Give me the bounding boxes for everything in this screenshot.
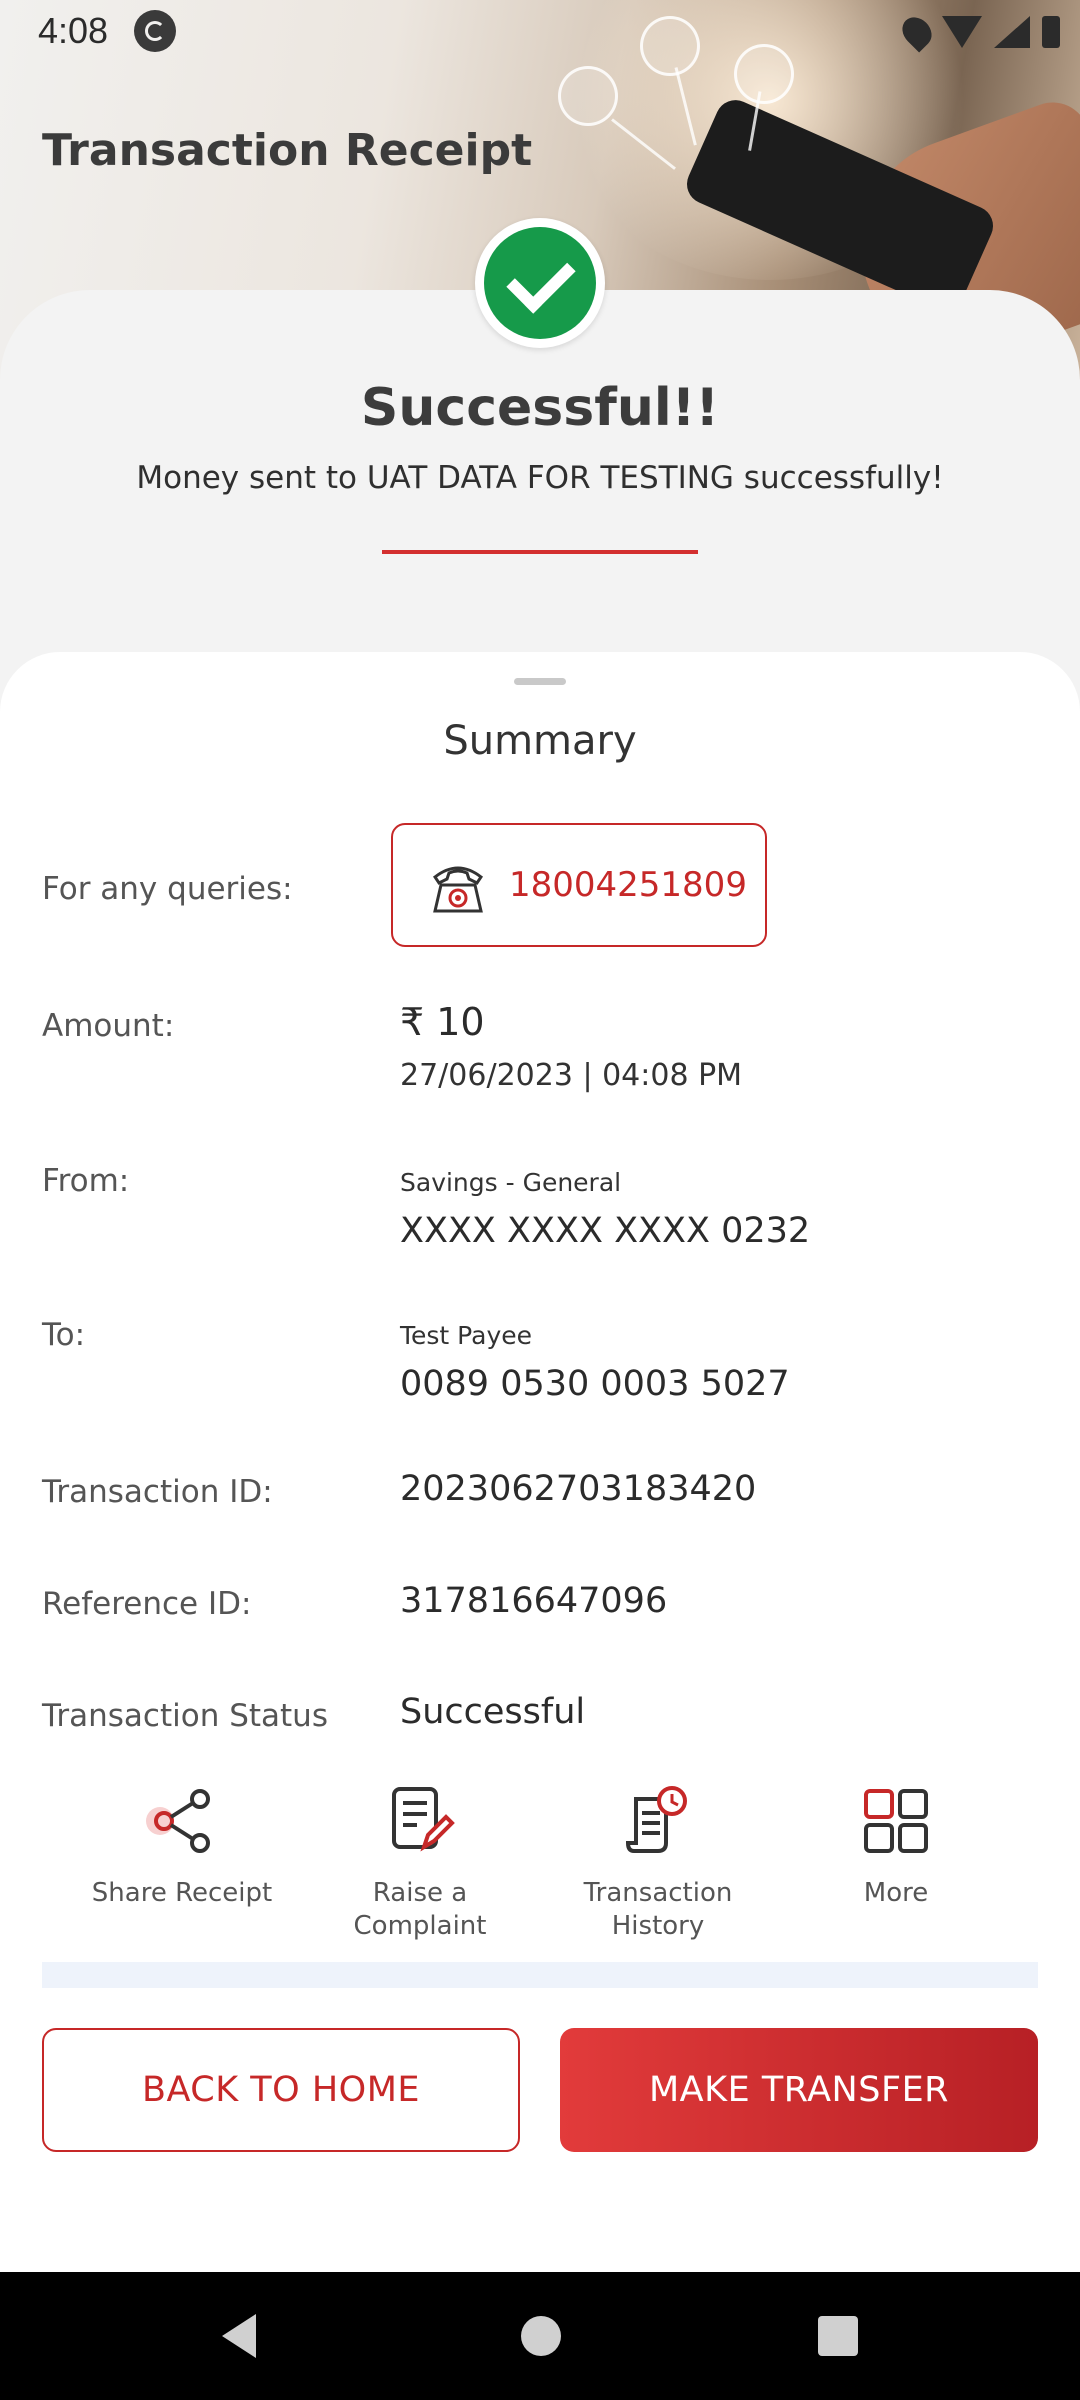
status-value: Successful bbox=[400, 1692, 586, 1732]
to-account-number: 0089 0530 0003 5027 bbox=[400, 1364, 790, 1404]
to-label: To: bbox=[42, 1317, 86, 1353]
amount-label: Amount: bbox=[42, 1008, 175, 1044]
status-label: Transaction Status bbox=[42, 1698, 328, 1734]
queries-label: For any queries: bbox=[42, 871, 293, 907]
transaction-history-action[interactable]: Transaction History bbox=[538, 1785, 778, 1943]
sync-icon bbox=[134, 10, 176, 52]
status-bar: 4:08 bbox=[0, 0, 1080, 64]
back-to-home-button[interactable]: BACK TO HOME bbox=[42, 2028, 520, 2152]
back-nav-icon[interactable] bbox=[222, 2314, 256, 2358]
share-icon bbox=[146, 1789, 210, 1853]
wifi-icon bbox=[942, 16, 982, 48]
make-transfer-button[interactable]: MAKE TRANSFER bbox=[560, 2028, 1038, 2152]
from-account-number: XXXX XXXX XXXX 0232 bbox=[400, 1211, 811, 1251]
transaction-id-label: Transaction ID: bbox=[42, 1474, 273, 1510]
raise-complaint-label: Raise a Complaint bbox=[353, 1878, 487, 1941]
from-account-type: Savings - General bbox=[400, 1168, 622, 1197]
share-receipt-action[interactable]: Share Receipt bbox=[62, 1785, 302, 1910]
helpline-call-button[interactable]: 18004251809 bbox=[391, 823, 767, 947]
transaction-datetime: 27/06/2023 | 04:08 PM bbox=[400, 1058, 743, 1093]
divider bbox=[382, 550, 698, 554]
more-label: More bbox=[863, 1878, 929, 1908]
summary-title: Summary bbox=[443, 718, 637, 764]
transaction-id-value: 2023062703183420 bbox=[400, 1469, 757, 1509]
location-icon bbox=[896, 11, 938, 53]
from-label: From: bbox=[42, 1163, 130, 1199]
sheet-drag-handle[interactable] bbox=[514, 678, 566, 685]
helpline-number: 18004251809 bbox=[509, 865, 747, 905]
history-icon bbox=[625, 1786, 687, 1853]
complaint-icon bbox=[392, 1787, 455, 1852]
result-card bbox=[0, 290, 1080, 710]
page-title: Transaction Receipt bbox=[42, 125, 533, 176]
recents-nav-icon[interactable] bbox=[818, 2316, 858, 2356]
promo-strip bbox=[42, 1962, 1038, 1988]
reference-id-label: Reference ID: bbox=[42, 1586, 252, 1622]
system-navigation-bar bbox=[0, 2272, 1080, 2400]
reference-id-value: 317816647096 bbox=[400, 1581, 668, 1621]
amount-value: ₹ 10 bbox=[400, 1000, 485, 1044]
telephone-icon bbox=[432, 866, 484, 913]
status-time: 4:08 bbox=[38, 10, 109, 51]
home-nav-icon[interactable] bbox=[521, 2316, 561, 2356]
raise-complaint-action[interactable]: Raise a Complaint bbox=[300, 1785, 540, 1943]
more-action[interactable]: More bbox=[776, 1785, 1016, 1910]
transaction-history-label: Transaction History bbox=[583, 1878, 733, 1941]
signal-icon bbox=[994, 16, 1030, 48]
success-title: Successful!! bbox=[360, 378, 720, 438]
grid-icon bbox=[864, 1789, 928, 1853]
payee-name: Test Payee bbox=[400, 1321, 533, 1350]
share-receipt-label: Share Receipt bbox=[91, 1878, 273, 1908]
success-message: Money sent to UAT DATA FOR TESTING succe… bbox=[136, 460, 944, 496]
success-check-icon bbox=[475, 218, 605, 348]
battery-icon bbox=[1042, 16, 1060, 48]
